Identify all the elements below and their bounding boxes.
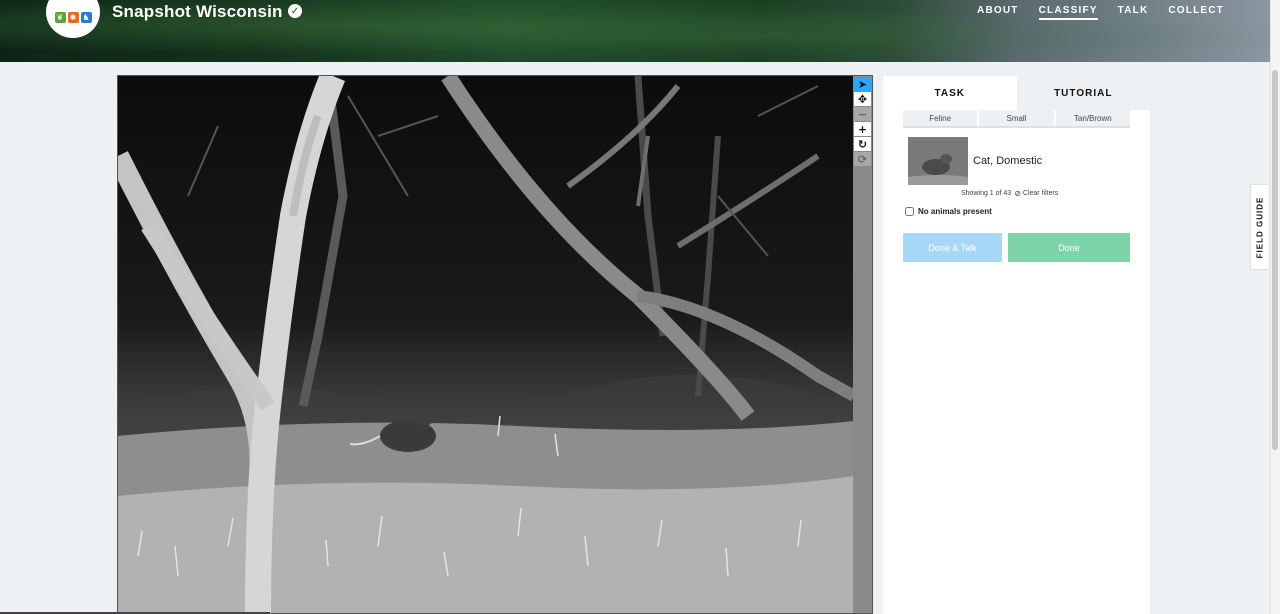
nav-collect[interactable]: COLLECT: [1168, 5, 1224, 20]
reset-icon[interactable]: ⟳: [854, 152, 871, 166]
scrollbar-thumb[interactable]: [1272, 70, 1278, 450]
tab-tutorial[interactable]: TUTORIAL: [1016, 76, 1150, 110]
field-guide-label: FIELD GUIDE: [1255, 196, 1265, 258]
verified-badge-icon: ✓: [288, 4, 302, 18]
clear-filters-label: Clear filters: [1022, 190, 1059, 197]
panel-tabs: TASK TUTORIAL: [883, 76, 1150, 110]
field-guide-tab[interactable]: FIELD GUIDE: [1250, 184, 1268, 270]
minus-icon[interactable]: −: [854, 107, 871, 121]
nav-talk[interactable]: TALK: [1118, 5, 1149, 20]
sun-icon: ✺: [67, 11, 79, 23]
pointer-icon[interactable]: ➤: [854, 77, 871, 91]
no-animals-label: No animals present: [918, 207, 992, 216]
plus-icon[interactable]: +: [854, 122, 871, 136]
site-header: ❦ ✺ ♞ Snapshot Wisconsin ✓ ABOUT CLASSIF…: [0, 0, 1270, 62]
clear-icon: ⊘: [1014, 189, 1021, 198]
project-nav: ABOUT CLASSIFY TALK COLLECT: [977, 5, 1224, 20]
nav-classify[interactable]: CLASSIFY: [1038, 5, 1098, 20]
subject-viewer: ➤ ✥ − + ↻ ⟳: [117, 75, 873, 614]
deer-icon: ♞: [80, 11, 92, 23]
nav-about[interactable]: ABOUT: [977, 5, 1019, 20]
species-label: Cat, Domestic: [973, 155, 1043, 167]
done-and-talk-button[interactable]: Done & Talk: [903, 233, 1002, 262]
move-icon[interactable]: ✥: [854, 92, 871, 106]
camera-trap-image[interactable]: [118, 76, 854, 613]
no-animals-option[interactable]: No animals present: [905, 207, 992, 216]
leaf-icon: ❦: [54, 11, 66, 23]
filter-chip[interactable]: Feline: [903, 110, 980, 126]
tab-task[interactable]: TASK: [883, 76, 1017, 110]
viewer-toolbar: ➤ ✥ − + ↻ ⟳: [853, 76, 872, 613]
filter-chip[interactable]: Small: [979, 110, 1056, 126]
done-button[interactable]: Done: [1008, 233, 1130, 262]
task-panel: TASK TUTORIAL Feline Small Tan/Brown Cat…: [883, 76, 1150, 614]
showing-text: Showing 1 of 43: [961, 190, 1012, 197]
page-scrollbar[interactable]: [1270, 0, 1280, 614]
project-logo[interactable]: ❦ ✺ ♞: [46, 0, 100, 38]
night-forest-scene: [118, 76, 854, 613]
rotate-icon[interactable]: ↻: [854, 137, 871, 151]
active-filters: Feline Small Tan/Brown: [903, 110, 1130, 128]
project-title[interactable]: Snapshot Wisconsin: [112, 2, 283, 22]
no-animals-checkbox[interactable]: [905, 207, 914, 216]
filter-chip[interactable]: Tan/Brown: [1055, 110, 1130, 126]
species-thumbnail: [908, 137, 968, 185]
species-result-item[interactable]: Cat, Domestic: [908, 137, 1042, 185]
result-count: Showing 1 of 43 ⊘ Clear filters: [961, 189, 1058, 198]
clear-filters-link[interactable]: ⊘ Clear filters: [1014, 189, 1058, 198]
